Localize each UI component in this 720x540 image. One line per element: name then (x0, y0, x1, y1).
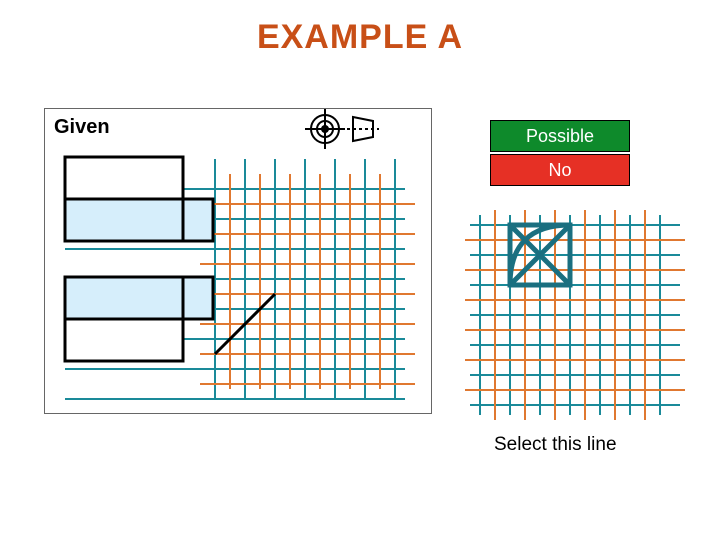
no-button[interactable]: No (490, 154, 630, 186)
given-label: Given (54, 116, 110, 139)
select-instruction: Select this line (494, 434, 617, 456)
page-title: EXAMPLE A (0, 18, 720, 57)
possible-button[interactable]: Possible (490, 120, 630, 152)
result-grid (460, 195, 700, 435)
given-drawing (45, 109, 433, 415)
answer-buttons: Possible No (490, 120, 630, 186)
given-panel (44, 108, 432, 414)
